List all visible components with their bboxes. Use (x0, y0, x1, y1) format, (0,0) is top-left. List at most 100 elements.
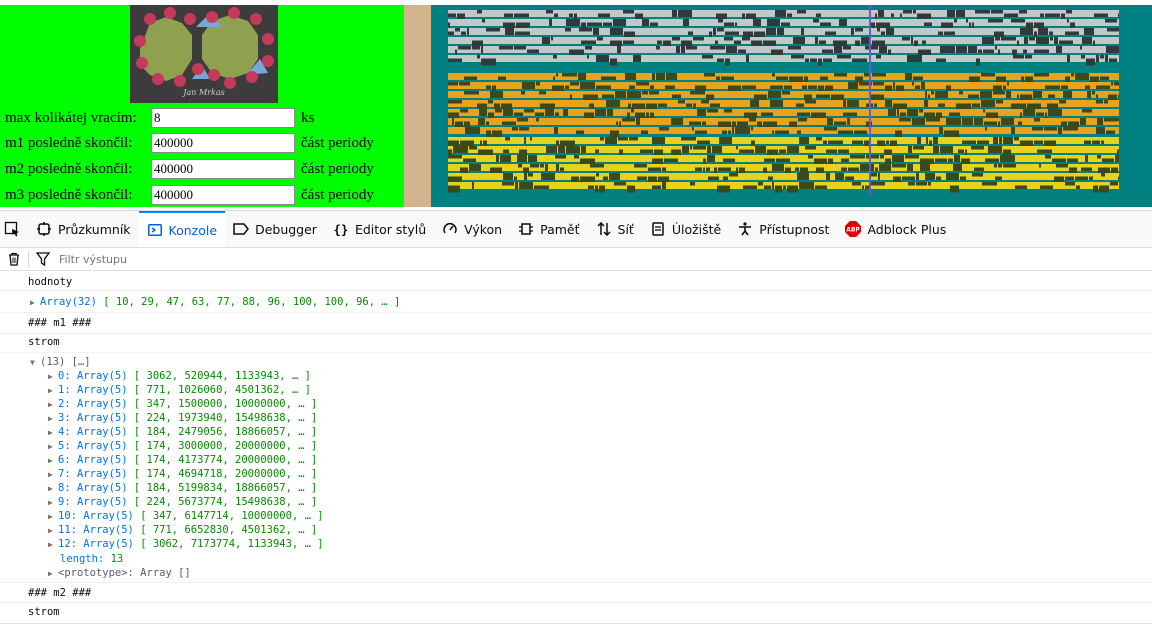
element-picker-button[interactable] (0, 211, 28, 247)
bar-segment (852, 140, 863, 144)
tree-row[interactable]: ▶ 7: Array(5) [ 174, 4694718, 20000000, …… (48, 467, 317, 481)
bar-segment (751, 127, 753, 131)
bar-segment (823, 140, 827, 144)
tree-row[interactable]: ▶ 1: Array(5) [ 771, 1026060, 4501362, … … (48, 383, 311, 397)
tab-console[interactable]: Konzole (138, 211, 226, 247)
tree-row[interactable]: ▶ 6: Array(5) [ 174, 4173774, 20000000, …… (48, 453, 317, 467)
tab-network[interactable]: Síť (588, 211, 642, 247)
bar-segment (716, 76, 720, 80)
tab-debugger[interactable]: Debugger (225, 211, 325, 247)
bar-segment (1056, 46, 1062, 53)
bar-segment (877, 28, 880, 32)
bar-segment (1020, 28, 1033, 35)
cursor-line (869, 5, 871, 195)
bar-segment (808, 155, 813, 159)
bar-segment (1052, 158, 1066, 162)
bar-segment (1114, 82, 1119, 86)
tab-adblock-plus[interactable]: ABP Adblock Plus (837, 211, 954, 247)
bar-segment (478, 118, 485, 125)
bar-segment (453, 146, 468, 153)
m2-input[interactable] (151, 159, 295, 179)
bar-segment (1099, 185, 1109, 193)
tree-row[interactable]: ▶ 9: Array(5) [ 224, 5673774, 15498638, …… (48, 495, 317, 509)
tree-row[interactable]: ▶ 10: Array(5) [ 347, 6147714, 10000000, … (48, 509, 324, 523)
m1-input[interactable] (151, 133, 295, 153)
row-key: 6: (58, 454, 71, 466)
log-message: strom (28, 336, 60, 348)
tree-row[interactable]: ▶ 11: Array(5) [ 771, 6652830, 4501362, …… (48, 523, 317, 537)
tree-row[interactable]: ▶ 3: Array(5) [ 224, 1973940, 15498638, …… (48, 411, 317, 425)
tree-row[interactable]: ▶ 12: Array(5) [ 3062, 7173774, 1133943, … (48, 537, 324, 551)
tree-row[interactable]: ▶ 8: Array(5) [ 184, 5199834, 18866057, …… (48, 481, 317, 495)
bar-segment (1104, 100, 1108, 104)
tree-row[interactable]: ▶ 2: Array(5) [ 347, 1500000, 10000000, …… (48, 397, 317, 411)
bar-segment (596, 173, 599, 177)
tree-row[interactable]: ▶ 0: Array(5) [ 3062, 520944, 1133943, … … (48, 369, 311, 383)
tab-label: Výkon (464, 221, 503, 237)
bar-segment (768, 91, 781, 98)
bar-segment (690, 91, 705, 95)
bar-segment (597, 37, 603, 41)
bar-segment (681, 46, 685, 53)
bar-segment (554, 13, 558, 17)
max-input[interactable] (151, 108, 295, 128)
bar-segment (926, 137, 928, 144)
tab-label: Paměť (540, 221, 580, 237)
bar-segment (916, 182, 927, 186)
bar-segment (486, 28, 500, 32)
bar-segment (787, 185, 798, 193)
m1-unit: část periody (301, 134, 374, 151)
bar-segment (845, 176, 854, 180)
bar-segment (962, 118, 973, 125)
bar-segment (782, 91, 790, 95)
bar-segment (540, 164, 544, 168)
bar-segment (907, 164, 913, 171)
tab-storage[interactable]: Úložiště (642, 211, 729, 247)
tab-performance[interactable]: Výkon (434, 211, 510, 247)
tab-accessibility[interactable]: Přístupnost (729, 211, 837, 247)
bar-segment (500, 155, 511, 162)
bar-segment (878, 10, 884, 17)
bar-segment (1105, 55, 1108, 62)
bar-segment (1011, 19, 1025, 23)
divider (0, 352, 1152, 353)
bar-segment (781, 22, 790, 26)
hodnoty-array-row[interactable]: ▶ Array(32) [ 10, 29, 47, 63, 77, 88, 96,… (30, 295, 400, 309)
console-input[interactable] (0, 623, 1152, 635)
bar-segment (581, 146, 586, 153)
bar-segment (1001, 37, 1016, 41)
bar-segment (875, 167, 878, 171)
tree-row[interactable]: ▶ 5: Array(5) [ 174, 3000000, 20000000, …… (48, 439, 317, 453)
bar-segment (607, 109, 613, 116)
bar-segment (946, 173, 959, 180)
bar-segment (805, 58, 809, 62)
bar-segment (920, 164, 930, 171)
row-key: 12: (58, 538, 77, 550)
prototype-row[interactable]: ▶ <prototype>: Array [] (48, 566, 191, 580)
trash-icon[interactable] (6, 251, 22, 267)
debugger-icon (233, 221, 250, 237)
tab-memory[interactable]: Paměť (510, 211, 587, 247)
tab-style-editor[interactable]: {} Editor stylů (325, 211, 434, 247)
strom-tree-root[interactable]: ▼ (13) […] (30, 355, 91, 369)
bar-segment (642, 91, 648, 95)
bar-segment (1017, 94, 1019, 98)
bar-segment (1061, 85, 1068, 89)
logo-image: Jan Mrkas (130, 5, 278, 103)
tab-inspector[interactable]: Průzkumník (28, 211, 139, 247)
bar-segment (956, 46, 967, 53)
bar-segment (1056, 164, 1068, 168)
bar-segment (1086, 58, 1095, 66)
tab-label: Editor stylů (354, 221, 427, 237)
bar-segment (978, 49, 982, 53)
m3-input[interactable] (151, 185, 295, 205)
bar-segment (678, 100, 685, 104)
bar-segment (802, 85, 807, 89)
expand-arrow-icon: ▶ (48, 456, 53, 465)
bar-segment (852, 58, 867, 62)
bar-segment (637, 176, 647, 180)
bar-segment (837, 55, 851, 59)
tree-row[interactable]: ▶ 4: Array(5) [ 184, 2479056, 18866057, …… (48, 425, 317, 439)
filter-input[interactable] (57, 251, 461, 267)
bar-segment (1097, 118, 1103, 125)
